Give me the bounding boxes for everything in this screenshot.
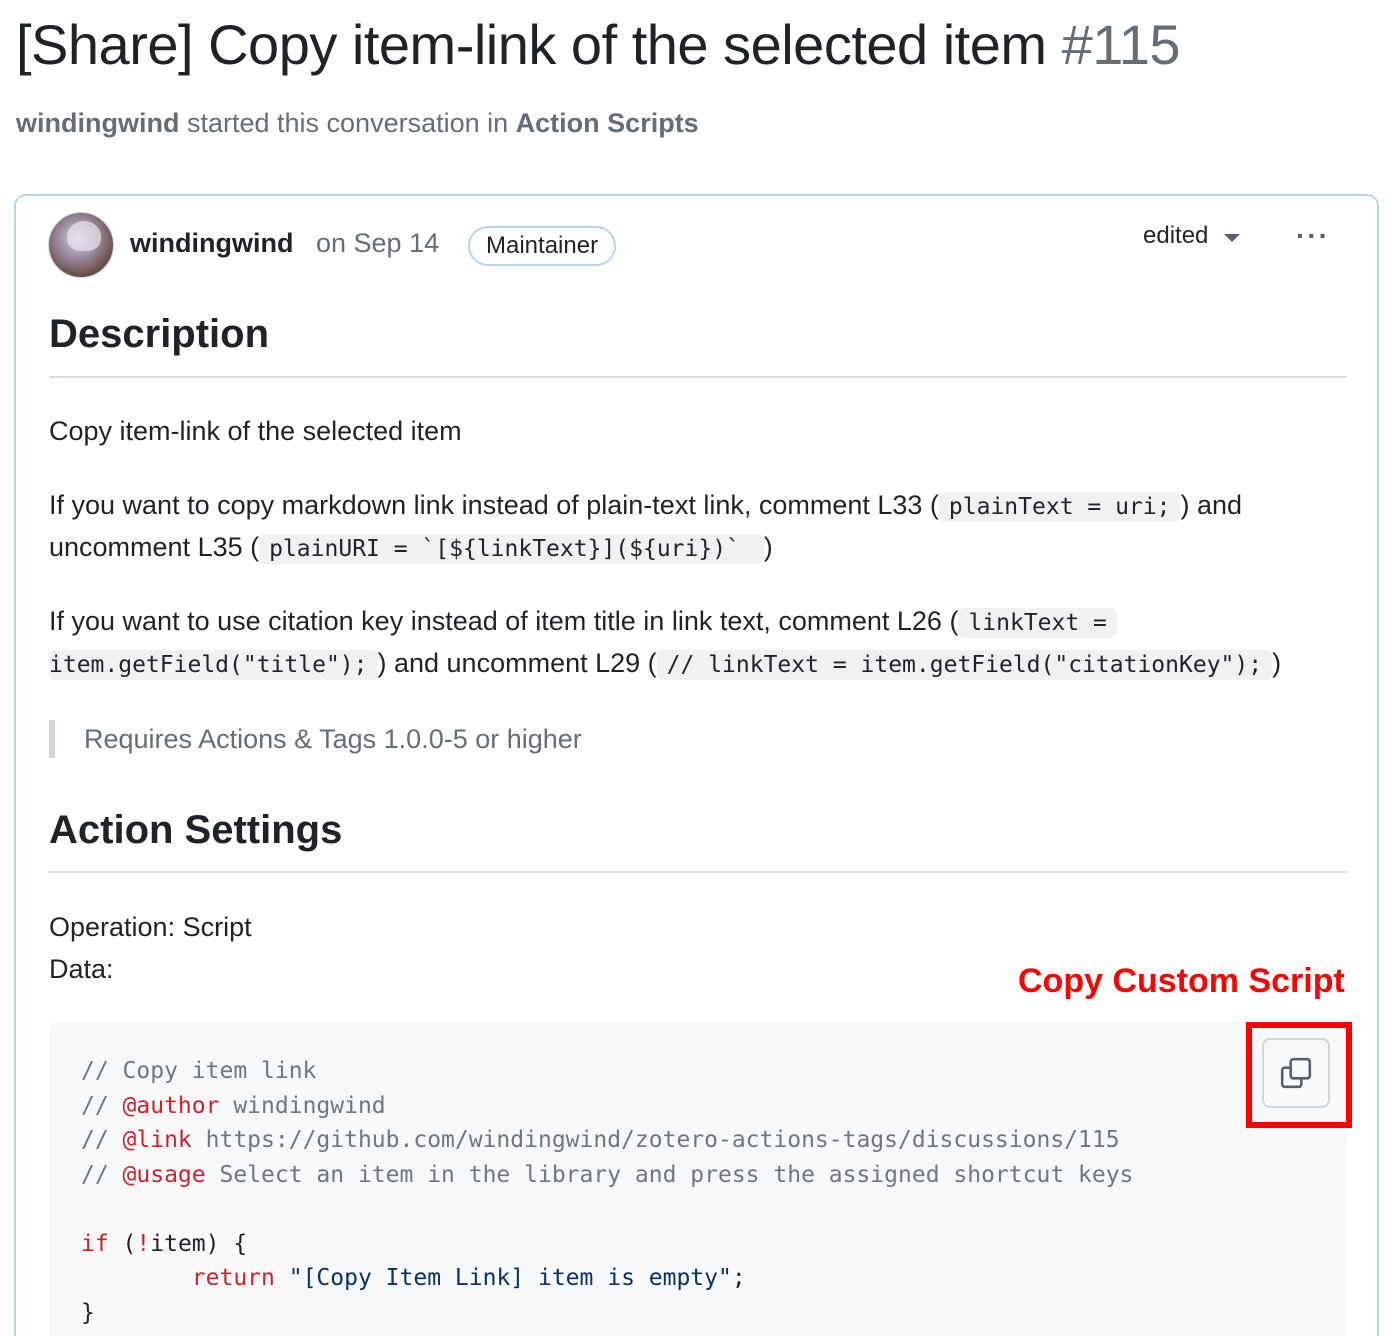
code-annotation-tag: @usage <box>122 1161 206 1188</box>
code-comment: https://github.com/windingwind/zotero-ac… <box>191 1127 1120 1153</box>
maintainer-badge: Maintainer <box>468 226 617 266</box>
code-text: item) { <box>150 1230 248 1257</box>
paragraph-citation-line2: item.getField("title");) and uncomment L… <box>49 642 1281 686</box>
post-date[interactable]: on Sep 14 <box>316 228 439 259</box>
paragraph-citation: If you want to use citation key instead … <box>49 600 1117 644</box>
paragraph-text: ) <box>763 532 773 562</box>
discussion-number: #115 <box>1061 13 1181 76</box>
code-text: } <box>81 1299 95 1326</box>
paragraph-text: ) <box>1272 648 1282 678</box>
inline-code: // linkText = item.getField("citationKey… <box>656 650 1273 680</box>
inline-code: linkText = <box>958 608 1117 638</box>
code-keyword: return <box>191 1265 275 1291</box>
started-text: started this conversation in <box>186 108 509 138</box>
heading-divider <box>49 871 1347 873</box>
triangle-down-icon <box>1224 234 1241 242</box>
paragraph-text: ) and <box>1180 490 1243 520</box>
discussion-meta: windingwind started this conversation in… <box>16 108 699 139</box>
code-comment: Select an item in the library and press … <box>205 1161 1134 1188</box>
post-author-link[interactable]: windingwind <box>130 228 293 259</box>
code-string: "[Copy Item Link] item is empty" <box>288 1265 732 1291</box>
paragraph-text: ) and uncomment L29 ( <box>377 648 657 678</box>
heading-divider <box>49 376 1347 378</box>
paragraph-text: uncomment L35 ( <box>49 532 260 562</box>
intro-text: Copy item-link of the selected item <box>49 416 462 446</box>
code-annotation-tag: @link <box>122 1127 192 1153</box>
avatar[interactable] <box>48 212 114 278</box>
discussion-title: [Share] Copy item-link of the selected i… <box>16 12 1181 77</box>
code-comment: // <box>81 1161 123 1188</box>
code-operator: ! <box>136 1230 151 1257</box>
edited-dropdown[interactable]: edited <box>1143 222 1241 250</box>
code-comment: // <box>81 1127 123 1153</box>
title-text: [Share] Copy item-link of the selected i… <box>16 13 1047 76</box>
paragraph-markdown-line2: uncomment L35 (plainURI = `[${linkText}]… <box>49 526 773 570</box>
inline-code: item.getField("title"); <box>49 650 378 680</box>
blockquote: Requires Actions & Tags 1.0.0-5 or highe… <box>49 720 582 758</box>
code-comment: // Copy item link <box>81 1058 317 1084</box>
code-content: // Copy item link // @author windingwind… <box>81 1054 1133 1330</box>
paragraph-text: If you want to copy markdown link instea… <box>49 490 939 520</box>
code-text: ; <box>731 1265 746 1291</box>
edited-label: edited <box>1143 222 1209 249</box>
code-annotation-tag: @author <box>122 1092 220 1119</box>
operation-text: Operation: Script <box>49 912 252 942</box>
copy-script-annotation: Copy Custom Script <box>1018 962 1345 1000</box>
description-heading: Description <box>49 312 270 356</box>
code-comment: windingwind <box>219 1092 386 1119</box>
inline-code: plainURI = `[${linkText}](${uri})` <box>259 534 764 564</box>
code-keyword: if <box>81 1230 109 1257</box>
code-text: ( <box>108 1230 137 1257</box>
paragraph-markdown: If you want to copy markdown link instea… <box>49 484 1242 528</box>
starter-link[interactable]: windingwind <box>16 108 179 138</box>
code-comment: // <box>81 1092 123 1119</box>
copy-highlight-box <box>1246 1022 1352 1128</box>
category-link[interactable]: Action Scripts <box>516 108 699 138</box>
data-label: Data: <box>49 954 114 984</box>
discussion-post-card: windingwind on Sep 14 Maintainer edited … <box>14 194 1379 1336</box>
kebab-horizontal-icon[interactable]: ··· <box>1296 220 1330 252</box>
inline-code: plainText = uri; <box>938 492 1181 522</box>
paragraph-text: If you want to use citation key instead … <box>49 606 959 636</box>
code-block: // Copy item link // @author windingwind… <box>49 1022 1347 1336</box>
action-settings-heading: Action Settings <box>49 808 343 852</box>
